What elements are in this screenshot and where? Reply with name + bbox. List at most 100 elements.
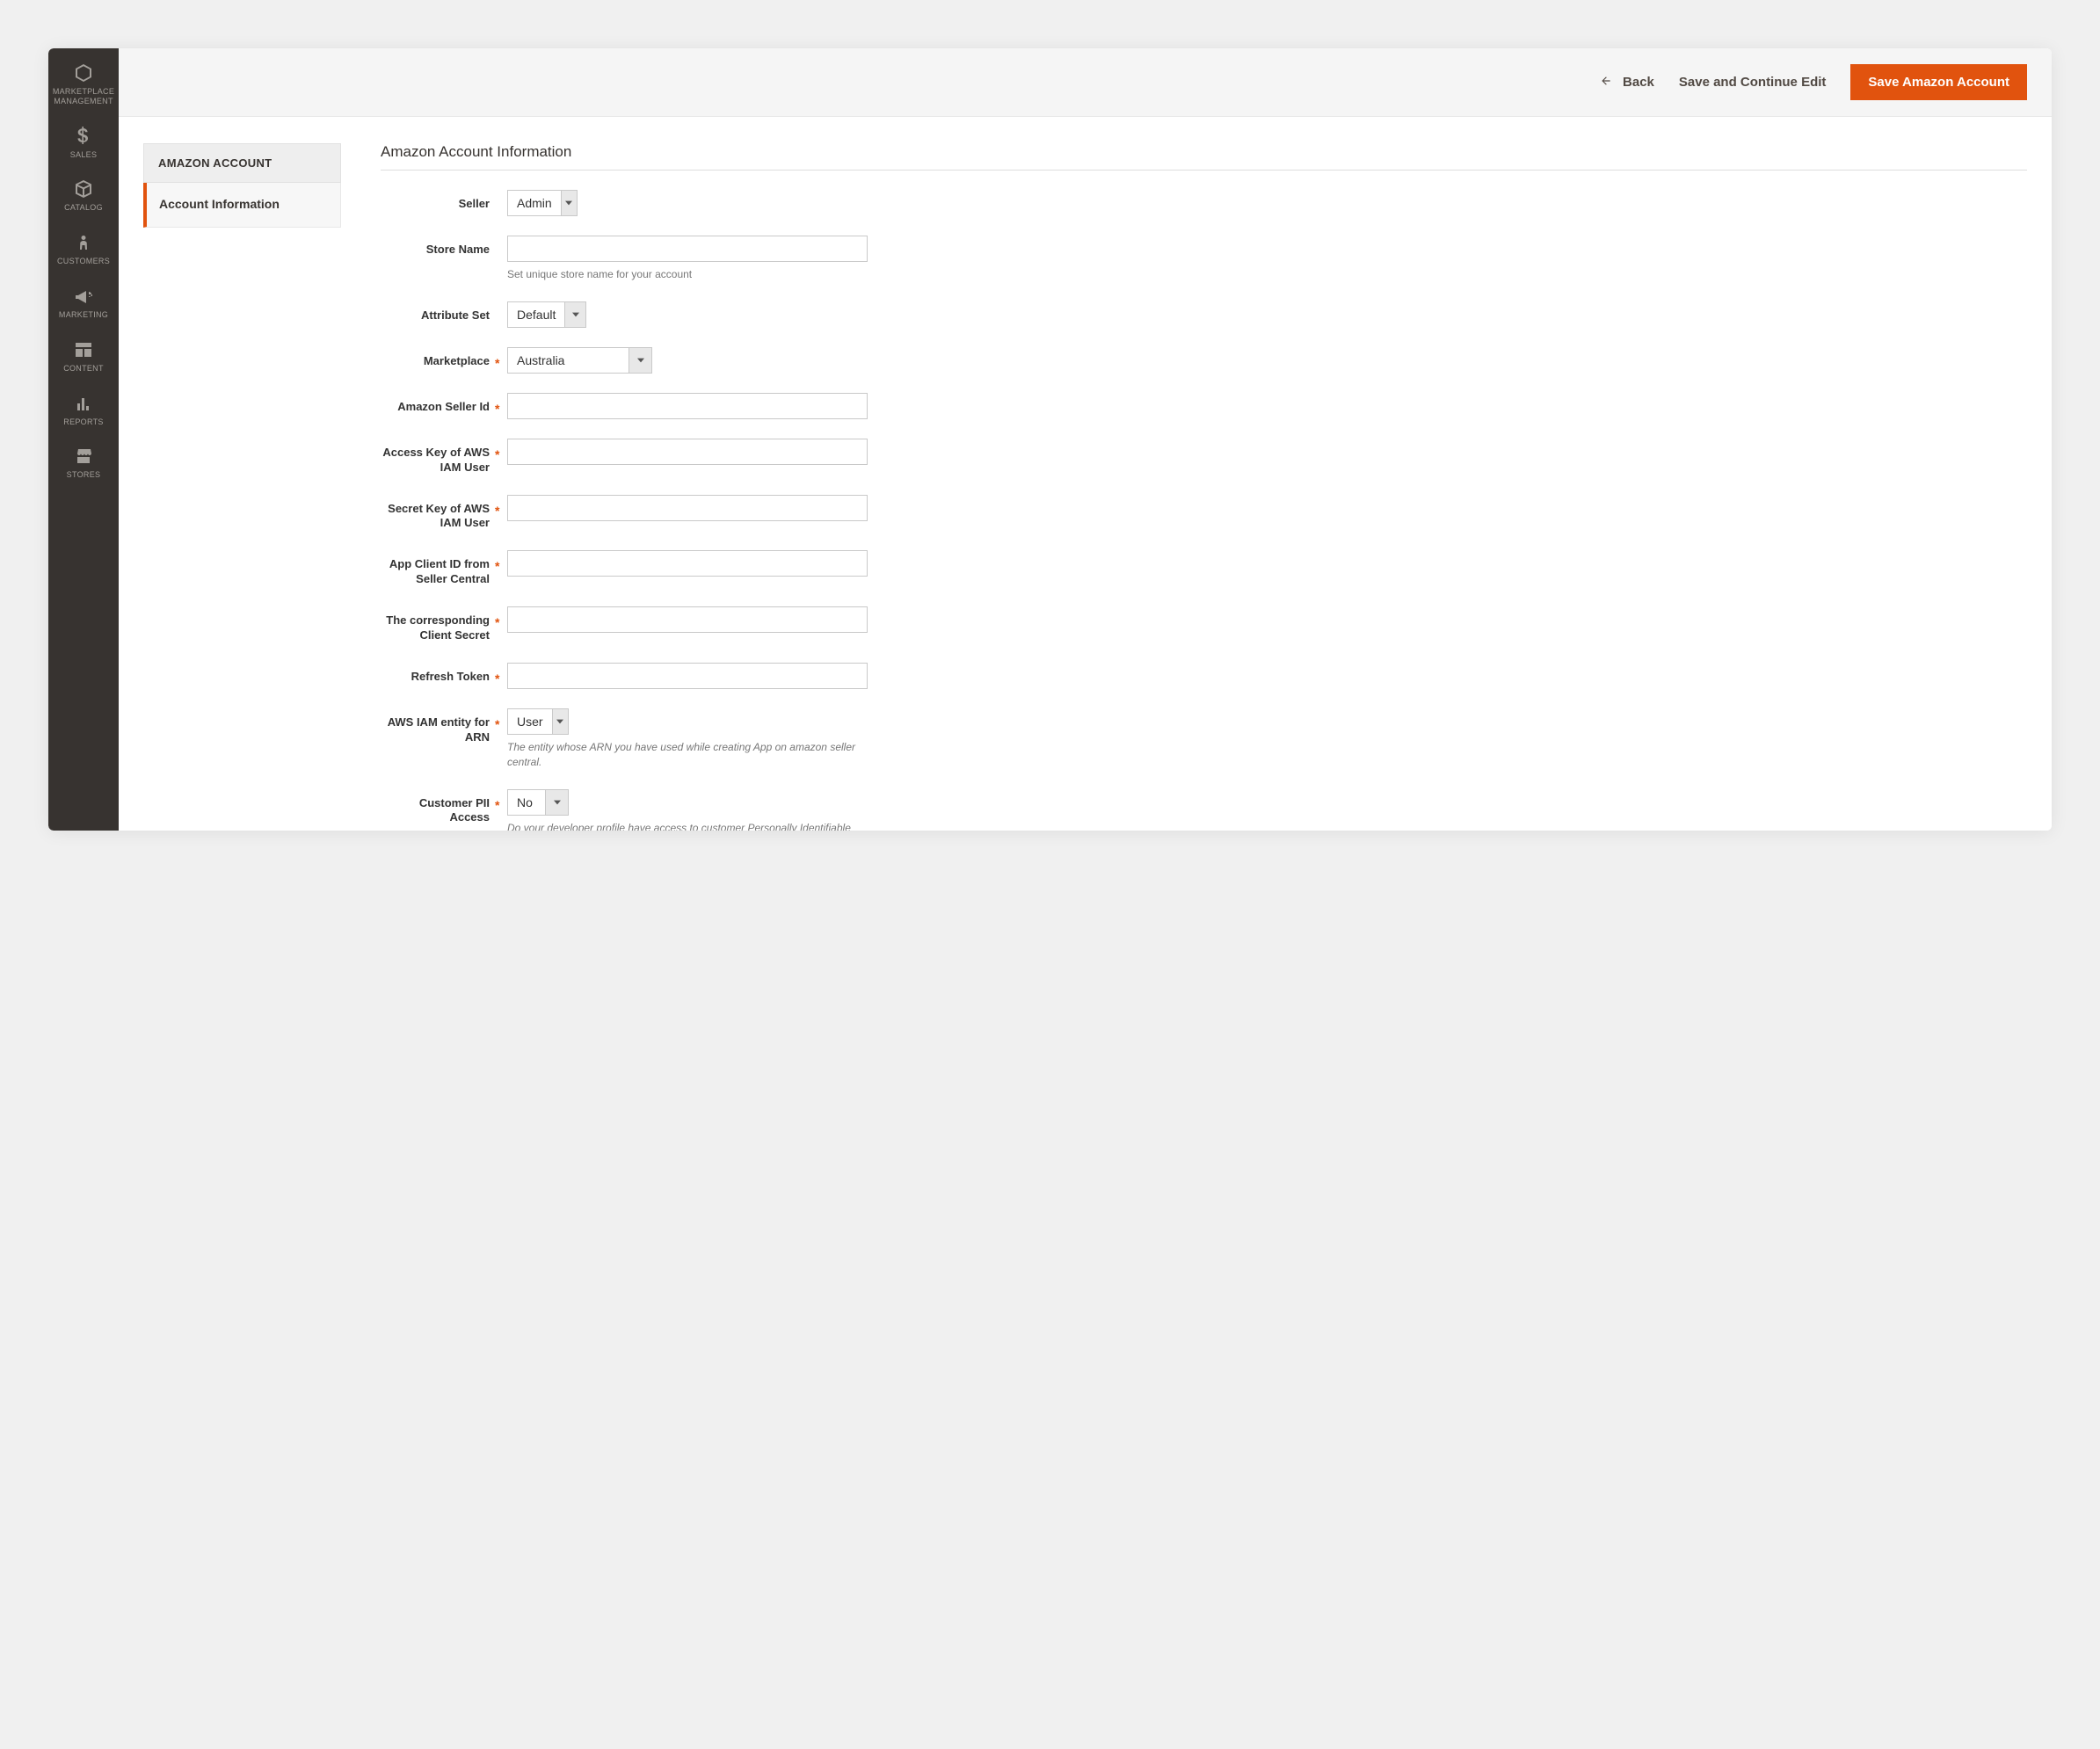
field-row-amazon-seller-id: Amazon Seller Id *	[381, 393, 2027, 419]
field-row-refresh-token: Refresh Token *	[381, 663, 2027, 689]
sidebar-item-label: CONTENT	[63, 364, 104, 374]
box-icon	[73, 178, 94, 200]
field-label: Attribute Set	[381, 301, 495, 323]
arrow-left-icon	[1598, 75, 1614, 91]
field-row-access-key: Access Key of AWS IAM User *	[381, 439, 2027, 475]
select-value: Default	[508, 302, 564, 327]
seller-select[interactable]: Admin	[507, 190, 578, 216]
refresh-token-input[interactable]	[507, 663, 868, 689]
sidebar-item-label: CATALOG	[64, 203, 103, 213]
app-window: MARKETPLACE MANAGEMENT SALES CATALOG CUS…	[48, 48, 2052, 831]
field-row-app-client-id: App Client ID from Seller Central *	[381, 550, 2027, 587]
chevron-down-icon	[564, 302, 585, 327]
form-area: Amazon Account Information Seller Admin …	[381, 143, 2027, 831]
sidebar-item-label: MARKETPLACE MANAGEMENT	[52, 87, 115, 106]
access-key-input[interactable]	[507, 439, 868, 465]
select-value: No	[508, 790, 545, 815]
section-nav-item-account-info[interactable]: Account Information	[143, 183, 341, 228]
sidebar-item-label: SALES	[70, 150, 98, 160]
page-toolbar: Back Save and Continue Edit Save Amazon …	[119, 48, 2052, 117]
form-title: Amazon Account Information	[381, 143, 2027, 171]
required-mark: *	[495, 663, 507, 686]
required-mark: *	[495, 393, 507, 416]
app-client-id-input[interactable]	[507, 550, 868, 577]
field-label: Seller	[381, 190, 495, 212]
section-nav: AMAZON ACCOUNT Account Information	[143, 143, 341, 831]
field-row-arn-entity: AWS IAM entity for ARN * User The entity…	[381, 708, 2027, 770]
required-mark	[495, 301, 507, 310]
field-hint: The entity whose ARN you have used while…	[507, 740, 868, 770]
hexagon-icon	[73, 62, 94, 83]
megaphone-icon	[73, 286, 94, 307]
field-label: Customer PII Access	[381, 789, 495, 826]
field-row-store-name: Store Name Set unique store name for you…	[381, 236, 2027, 282]
bars-icon	[73, 393, 94, 414]
select-value: Australia	[508, 348, 629, 373]
store-name-input[interactable]	[507, 236, 868, 262]
sidebar-item-sales[interactable]: SALES	[48, 117, 119, 171]
secret-key-input[interactable]	[507, 495, 868, 521]
required-mark: *	[495, 347, 507, 370]
field-label: The corresponding Client Secret	[381, 606, 495, 643]
required-mark: *	[495, 439, 507, 461]
field-row-client-secret: The corresponding Client Secret *	[381, 606, 2027, 643]
save-amazon-account-button[interactable]: Save Amazon Account	[1850, 64, 2027, 100]
sidebar-item-label: CUSTOMERS	[57, 257, 110, 266]
field-label: App Client ID from Seller Central	[381, 550, 495, 587]
sidebar-item-label: MARKETING	[59, 310, 108, 320]
required-mark	[495, 190, 507, 199]
amazon-seller-id-input[interactable]	[507, 393, 868, 419]
field-label: Store Name	[381, 236, 495, 258]
field-label: Amazon Seller Id	[381, 393, 495, 415]
sidebar-item-reports[interactable]: REPORTS	[48, 384, 119, 438]
field-label: Marketplace	[381, 347, 495, 369]
field-row-attribute-set: Attribute Set Default	[381, 301, 2027, 328]
sidebar-item-marketplace[interactable]: MARKETPLACE MANAGEMENT	[48, 54, 119, 117]
attribute-set-select[interactable]: Default	[507, 301, 586, 328]
arn-entity-select[interactable]: User	[507, 708, 569, 735]
field-label: Secret Key of AWS IAM User	[381, 495, 495, 532]
sidebar-item-customers[interactable]: CUSTOMERS	[48, 223, 119, 277]
main-panel: Back Save and Continue Edit Save Amazon …	[119, 48, 2052, 831]
sidebar-item-catalog[interactable]: CATALOG	[48, 170, 119, 223]
storefront-icon	[73, 446, 94, 467]
back-button[interactable]: Back	[1598, 75, 1654, 91]
save-continue-label: Save and Continue Edit	[1679, 75, 1827, 90]
chevron-down-icon	[629, 348, 651, 373]
field-row-secret-key: Secret Key of AWS IAM User *	[381, 495, 2027, 532]
client-secret-input[interactable]	[507, 606, 868, 633]
chevron-down-icon	[561, 191, 577, 215]
field-row-seller: Seller Admin	[381, 190, 2027, 216]
select-value: Admin	[508, 191, 561, 215]
content-area: AMAZON ACCOUNT Account Information Amazo…	[119, 117, 2052, 831]
admin-sidebar: MARKETPLACE MANAGEMENT SALES CATALOG CUS…	[48, 48, 119, 831]
required-mark	[495, 236, 507, 244]
field-row-marketplace: Marketplace * Australia	[381, 347, 2027, 374]
field-hint: Set unique store name for your account	[507, 267, 868, 282]
required-mark: *	[495, 495, 507, 518]
person-icon	[73, 232, 94, 253]
sidebar-item-label: REPORTS	[63, 417, 103, 427]
section-nav-header: AMAZON ACCOUNT	[143, 143, 341, 183]
chevron-down-icon	[545, 790, 568, 815]
required-mark: *	[495, 789, 507, 812]
field-label: AWS IAM entity for ARN	[381, 708, 495, 745]
required-mark: *	[495, 606, 507, 629]
required-mark: *	[495, 550, 507, 573]
required-mark: *	[495, 708, 507, 731]
sidebar-item-label: STORES	[67, 470, 101, 480]
sidebar-item-content[interactable]: CONTENT	[48, 330, 119, 384]
field-row-pii-access: Customer PII Access * No Do your develop…	[381, 789, 2027, 831]
sidebar-item-stores[interactable]: STORES	[48, 437, 119, 490]
marketplace-select[interactable]: Australia	[507, 347, 652, 374]
field-hint: Do your developer profile have access to…	[507, 821, 868, 831]
select-value: User	[508, 709, 552, 734]
layout-icon	[73, 339, 94, 360]
pii-access-select[interactable]: No	[507, 789, 569, 816]
save-continue-button[interactable]: Save and Continue Edit	[1679, 75, 1827, 90]
chevron-down-icon	[552, 709, 568, 734]
sidebar-item-marketing[interactable]: MARKETING	[48, 277, 119, 330]
field-label: Refresh Token	[381, 663, 495, 685]
back-label: Back	[1623, 75, 1654, 90]
dollar-icon	[73, 126, 94, 147]
